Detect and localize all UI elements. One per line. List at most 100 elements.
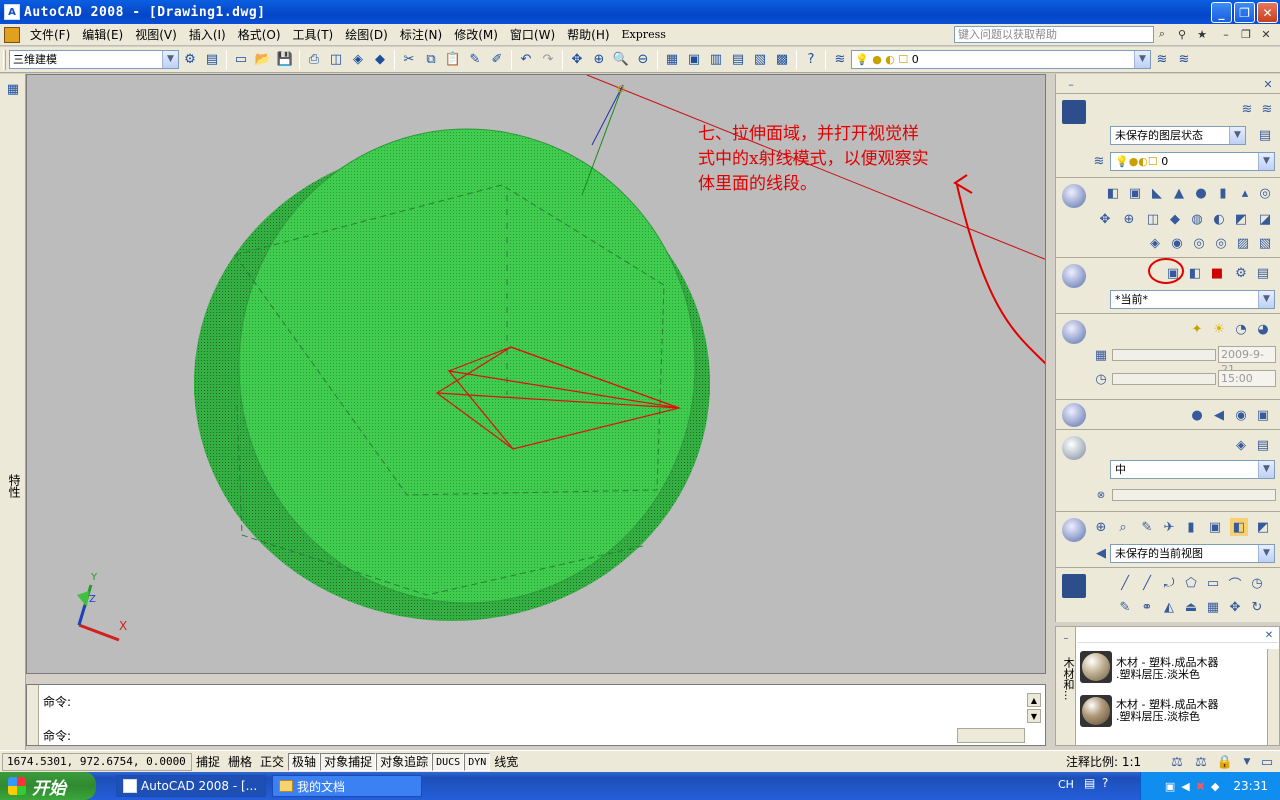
- panel-close-icon[interactable]: ✕: [1259, 75, 1277, 93]
- 2d-draw-icon[interactable]: [1062, 574, 1086, 598]
- task-autocad[interactable]: AutoCAD 2008 - [...: [116, 775, 266, 797]
- revolve-icon[interactable]: ◐: [1210, 210, 1228, 228]
- material-ball-icon[interactable]: ●: [1188, 406, 1206, 424]
- zoom-realtime-icon[interactable]: ⊕: [588, 49, 610, 71]
- sphere-icon[interactable]: ●: [1192, 184, 1210, 202]
- menu-edit[interactable]: 编辑(E): [76, 25, 129, 45]
- favorites-icon[interactable]: ★: [1194, 26, 1210, 42]
- visual-styles-icon[interactable]: [1062, 264, 1086, 288]
- circle-icon[interactable]: ◷: [1248, 574, 1266, 592]
- extrude-icon[interactable]: ◫: [1144, 210, 1162, 228]
- undo-icon[interactable]: ↶: [515, 49, 537, 71]
- pyramid-icon[interactable]: ▴: [1236, 184, 1254, 202]
- help-tray-icon[interactable]: ?: [1102, 776, 1108, 790]
- navigation-icon[interactable]: [1062, 518, 1086, 542]
- paste-icon[interactable]: 📋: [442, 49, 464, 71]
- menu-format[interactable]: 格式(O): [232, 25, 287, 45]
- start-button[interactable]: 开始: [0, 772, 96, 800]
- material-tab-label[interactable]: 木材和...: [1060, 657, 1076, 701]
- tool-palettes-icon[interactable]: ▥: [705, 49, 727, 71]
- polar-toggle[interactable]: 极轴: [288, 752, 321, 771]
- fly-icon[interactable]: ✈: [1160, 518, 1178, 536]
- volume-icon[interactable]: ◀: [1181, 780, 1189, 793]
- dyn-toggle[interactable]: DYN: [464, 752, 491, 771]
- date-field[interactable]: 2009-9-21: [1218, 346, 1276, 376]
- scroll-down-icon[interactable]: ▼: [1027, 709, 1041, 723]
- polygon-icon[interactable]: ⬠: [1182, 574, 1200, 592]
- material-flip-icon[interactable]: ◀: [1210, 406, 1228, 424]
- menu-tools[interactable]: 工具(T): [287, 25, 340, 45]
- rotate-icon[interactable]: ↻: [1248, 598, 1266, 616]
- construction-line-icon[interactable]: ╱: [1138, 574, 1156, 592]
- menu-view[interactable]: 视图(V): [129, 25, 183, 45]
- update-icon[interactable]: ◆: [1211, 780, 1219, 793]
- help-icon[interactable]: ?: [800, 49, 822, 71]
- wedge-icon[interactable]: ◣: [1148, 184, 1166, 202]
- layer-previous-icon[interactable]: ≋: [1173, 49, 1195, 71]
- cone-icon[interactable]: ▲: [1170, 184, 1188, 202]
- offset-icon[interactable]: ⏏: [1182, 598, 1200, 616]
- time-field[interactable]: 15:00: [1218, 370, 1276, 387]
- layer-state-manager-icon[interactable]: ▤: [1256, 126, 1274, 144]
- workspace-save-icon[interactable]: ▤: [201, 49, 223, 71]
- union-icon[interactable]: ◉: [1168, 234, 1186, 252]
- walk-icon[interactable]: ✎: [1138, 518, 1156, 536]
- view-nav-icon[interactable]: ◀: [1092, 544, 1110, 562]
- redo-icon[interactable]: ↷: [537, 49, 559, 71]
- otrack-toggle[interactable]: 对象追踪: [376, 752, 433, 771]
- open-file-icon[interactable]: 📂: [252, 49, 274, 71]
- pan-icon[interactable]: ✥: [566, 49, 588, 71]
- rectangle-icon[interactable]: ▭: [1204, 574, 1222, 592]
- osnap-toggle[interactable]: 对象捕捉: [320, 752, 377, 771]
- doc-close-button[interactable]: ✕: [1258, 26, 1274, 42]
- camera-icon[interactable]: ▣: [1206, 518, 1224, 536]
- print-icon[interactable]: ⎙: [303, 49, 325, 71]
- toolbar-grip[interactable]: [3, 49, 6, 70]
- subtract-icon[interactable]: ◎: [1190, 234, 1208, 252]
- match-properties-icon[interactable]: ✎: [464, 49, 486, 71]
- publish-icon[interactable]: ◈: [347, 49, 369, 71]
- palette-close-icon[interactable]: ✕: [1260, 626, 1278, 644]
- presspull-icon[interactable]: ◆: [1166, 210, 1184, 228]
- visual-style-select[interactable]: *当前* ▼: [1110, 290, 1275, 309]
- status-menu-icon[interactable]: ▼: [1238, 753, 1256, 771]
- move-icon[interactable]: ✥: [1226, 598, 1244, 616]
- horizontal-scrollbar[interactable]: [957, 728, 1025, 743]
- array-icon[interactable]: ▦: [1204, 598, 1222, 616]
- properties-label[interactable]: 特性: [6, 474, 23, 498]
- 3d-dwf-icon[interactable]: ◆: [369, 49, 391, 71]
- layer-manager-icon[interactable]: ≋: [829, 49, 851, 71]
- chevron-down-icon[interactable]: ▼: [1229, 127, 1245, 144]
- chevron-down-icon[interactable]: ▼: [1258, 291, 1274, 308]
- save-icon[interactable]: 💾: [274, 49, 296, 71]
- minimize-button[interactable]: _: [1211, 2, 1232, 23]
- calendar-icon[interactable]: ▦: [1092, 346, 1110, 364]
- orbit-icon[interactable]: ⊕: [1092, 518, 1110, 536]
- panel-layer-select[interactable]: 💡●◐☐ 0 ▼: [1110, 152, 1275, 171]
- cylinder-icon[interactable]: ▣: [1126, 184, 1144, 202]
- 3d-make-icon[interactable]: [1062, 184, 1086, 208]
- new-file-icon[interactable]: ▭: [230, 49, 252, 71]
- chevron-down-icon[interactable]: ▼: [1258, 153, 1274, 170]
- language-indicator[interactable]: CH: [1058, 778, 1074, 791]
- sheet-set-icon[interactable]: ▤: [727, 49, 749, 71]
- menu-help[interactable]: 帮助(H): [561, 25, 615, 45]
- command-grip[interactable]: [27, 685, 39, 745]
- arc-icon[interactable]: ⌒: [1226, 574, 1244, 593]
- zoom-window-icon[interactable]: 🔍: [610, 49, 632, 71]
- clock-icon[interactable]: ◷: [1092, 370, 1110, 388]
- workspace-select[interactable]: 三维建模 ▼: [9, 50, 179, 69]
- interfere-icon[interactable]: ▨: [1234, 234, 1252, 252]
- render-cancel-icon[interactable]: ⊗: [1092, 486, 1110, 504]
- menu-file[interactable]: 文件(F): [24, 25, 76, 45]
- chevron-down-icon[interactable]: ▼: [1258, 545, 1274, 562]
- date-slider[interactable]: [1112, 349, 1216, 361]
- palette-collapse-icon[interactable]: –: [1057, 629, 1075, 647]
- 3d-move-icon[interactable]: ✥: [1096, 210, 1114, 228]
- menu-draw[interactable]: 绘图(D): [339, 25, 394, 45]
- line-icon[interactable]: ╱: [1116, 574, 1134, 592]
- snap-toggle[interactable]: 捕捉: [192, 753, 224, 771]
- materials-icon[interactable]: [1062, 403, 1086, 427]
- layers-icon[interactable]: [1062, 100, 1086, 124]
- search-icon[interactable]: ⌕: [1154, 26, 1170, 42]
